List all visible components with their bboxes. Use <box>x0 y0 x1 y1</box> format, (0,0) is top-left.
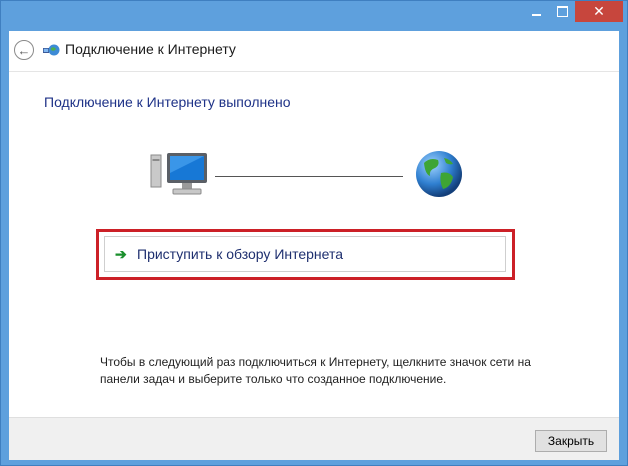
close-window-button[interactable]: ✕ <box>575 1 623 22</box>
info-text: Чтобы в следующий раз подключиться к Инт… <box>100 355 531 386</box>
minimize-icon <box>531 13 541 16</box>
window-title: Подключение к Интернету <box>65 41 236 57</box>
back-arrow-icon: ← <box>17 42 31 58</box>
page-heading: Подключение к Интернету выполнено <box>44 94 291 110</box>
back-button[interactable]: ← <box>14 40 34 60</box>
maximize-button[interactable] <box>549 1 575 22</box>
dialog-window: ✕ ← Подключение к Интернету Подключение … <box>0 0 628 466</box>
content-area: Подключение к Интернету выполнено ➔ Прис… <box>9 72 619 417</box>
dialog-header: ← Подключение к Интернету <box>9 31 619 72</box>
highlight-frame: ➔ Приступить к обзору Интернета <box>96 229 515 280</box>
title-bar[interactable]: ✕ <box>1 1 627 31</box>
close-button[interactable]: Закрыть <box>535 430 607 452</box>
green-arrow-icon: ➔ <box>115 245 127 262</box>
globe-icon <box>416 151 462 197</box>
close-icon: ✕ <box>593 3 605 19</box>
start-browsing-link[interactable]: ➔ Приступить к обзору Интернета <box>104 236 506 272</box>
start-browsing-label: Приступить к обзору Интернета <box>137 246 344 262</box>
minimize-button[interactable] <box>523 1 549 22</box>
network-connection-icon <box>43 44 60 56</box>
computer-icon <box>150 153 207 195</box>
connection-line <box>215 176 403 177</box>
maximize-icon <box>556 6 568 17</box>
dialog-footer: Закрыть <box>9 417 619 460</box>
